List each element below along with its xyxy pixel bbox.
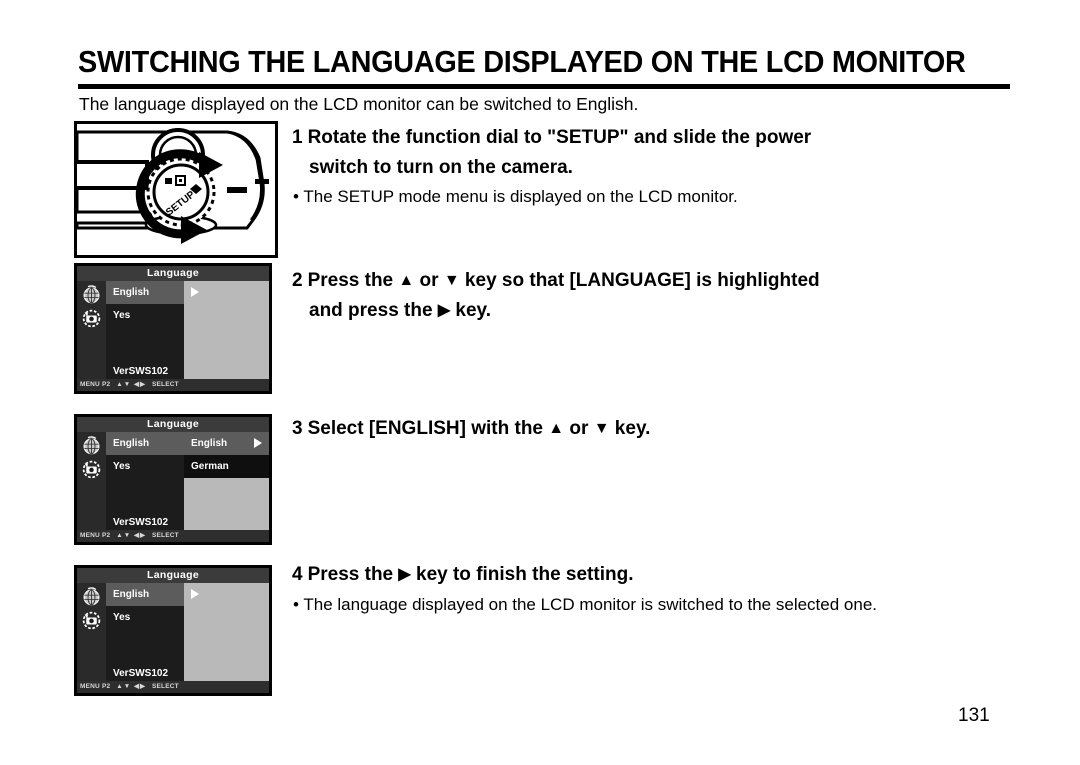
submenu-option-german[interactable]: German <box>184 455 269 478</box>
lcd-1-menu-label: MENU P2 <box>80 381 111 388</box>
step-2-number: 2 <box>292 270 303 291</box>
step-3-line-1-c: key. <box>609 418 651 439</box>
step-2-line-2: and press the ▶ key. <box>292 296 820 326</box>
lcd-1-version: VerSWS102 <box>113 366 169 377</box>
globe-language-icon <box>83 436 100 455</box>
right-arrow-icon: ▶ <box>437 302 451 319</box>
lcd-2-label-column: English Yes VerSWS102 <box>106 432 184 530</box>
lcd-2-value-column: English German <box>184 432 269 530</box>
up-arrow-icon: ▲ <box>548 420 565 437</box>
lcd-2-version: VerSWS102 <box>113 517 169 528</box>
globe-language-icon <box>83 587 100 606</box>
step-2-line-1-a: Press the <box>307 270 399 291</box>
lcd-3-title: Language <box>77 568 269 583</box>
title-underline-rule <box>78 84 1010 89</box>
submenu-option-english-label: English <box>191 438 228 449</box>
camera-dial-figure: SETUP <box>74 121 278 258</box>
lcd-2-key-hints: ▲▼ ◀▶ <box>116 532 146 539</box>
lcd-2-menu-label: MENU P2 <box>80 532 111 539</box>
lcd-1-value-column <box>184 281 269 379</box>
step-3-line-1-a: Select [ENGLISH] with the <box>307 418 549 439</box>
lcd-3-body: English Yes VerSWS102 <box>77 583 269 681</box>
intro-paragraph: The language displayed on the LCD monito… <box>79 94 639 114</box>
step-2-line-2-b: key. <box>450 300 491 321</box>
step-3: 3 Select [ENGLISH] with the ▲ or ▼ key. <box>292 414 650 444</box>
lcd-1-select-label: SELECT <box>151 381 179 388</box>
lcd-3-value-column <box>184 583 269 681</box>
step-4-line-1-a: Press the <box>307 564 399 585</box>
lcd-3-select-label: SELECT <box>151 683 179 690</box>
lcd-2-row-language[interactable]: English <box>106 432 184 455</box>
step-2-line-1-b: or <box>414 270 444 291</box>
step-3-number: 3 <box>292 418 303 439</box>
camera-reset-icon <box>82 611 101 630</box>
lcd-1-label-column: English Yes VerSWS102 <box>106 281 184 379</box>
lcd-2-title: Language <box>77 417 269 432</box>
camera-reset-icon <box>82 460 101 479</box>
lcd-screen-1: Language English Yes VerSWS102 MENU P2 ▲… <box>74 263 272 394</box>
step-3-line-1-b: or <box>564 418 594 439</box>
step-4-note: • The language displayed on the LCD moni… <box>293 595 877 614</box>
step-4-line-1-b: key to finish the setting. <box>410 564 634 585</box>
right-arrow-icon <box>191 287 199 297</box>
right-arrow-icon <box>191 589 199 599</box>
lcd-3-status-bar: MENU P2 ▲▼ ◀▶ SELECT <box>77 681 269 693</box>
up-arrow-icon: ▲ <box>398 272 415 289</box>
step-2: 2 Press the ▲ or ▼ key so that [LANGUAGE]… <box>292 266 820 326</box>
lcd-1-title: Language <box>77 266 269 281</box>
lcd-3-key-hints: ▲▼ ◀▶ <box>116 683 146 690</box>
step-1-number: 1 <box>292 127 303 148</box>
submenu-empty-area <box>184 478 269 530</box>
step-1-line-2: switch to turn on the camera. <box>309 157 573 178</box>
lcd-2-row-yes[interactable]: Yes <box>106 455 184 478</box>
lcd-3-version: VerSWS102 <box>113 668 169 679</box>
page-title: SWITCHING THE LANGUAGE DISPLAYED ON THE … <box>78 44 966 79</box>
step-1: 1 Rotate the function dial to "SETUP" and… <box>292 123 811 183</box>
step-4-number: 4 <box>292 564 303 585</box>
page-number: 131 <box>958 705 990 726</box>
lcd-screen-2: Language English Yes VerSWS102 English G… <box>74 414 272 545</box>
lcd-1-icon-column <box>77 281 106 379</box>
step-2-line-1-c: key so that [LANGUAGE] is highlighted <box>459 270 820 291</box>
lcd-1-row-language[interactable]: English <box>106 281 184 304</box>
step-4: 4 Press the ▶ key to finish the setting. <box>292 560 633 590</box>
right-triangle-icon <box>254 438 262 448</box>
lcd-2-status-bar: MENU P2 ▲▼ ◀▶ SELECT <box>77 530 269 542</box>
lcd-1-key-hints: ▲▼ ◀▶ <box>116 381 146 388</box>
step-1-line-1: Rotate the function dial to "SETUP" and … <box>307 127 812 148</box>
lcd-3-menu-label: MENU P2 <box>80 683 111 690</box>
lcd-3-row-yes[interactable]: Yes <box>106 606 184 629</box>
lcd-3-icon-column <box>77 583 106 681</box>
lcd-3-row-language[interactable]: English <box>106 583 184 606</box>
submenu-option-german-label: German <box>191 461 229 472</box>
camera-illustration-svg: SETUP <box>77 128 271 244</box>
camera-reset-icon <box>82 309 101 328</box>
right-arrow-icon: ▶ <box>398 566 411 583</box>
lcd-screen-3: Language English Yes VerSWS102 MENU P2 ▲… <box>74 565 272 696</box>
language-submenu: English German <box>184 432 269 530</box>
down-arrow-icon: ▼ <box>593 420 610 437</box>
lcd-3-label-column: English Yes VerSWS102 <box>106 583 184 681</box>
lcd-2-select-label: SELECT <box>151 532 179 539</box>
lcd-1-row-yes[interactable]: Yes <box>106 304 184 327</box>
submenu-option-english[interactable]: English <box>184 432 269 455</box>
lcd-2-body: English Yes VerSWS102 English German <box>77 432 269 530</box>
lcd-1-body: English Yes VerSWS102 <box>77 281 269 379</box>
lcd-2-icon-column <box>77 432 106 530</box>
globe-language-icon <box>83 285 100 304</box>
lcd-1-status-bar: MENU P2 ▲▼ ◀▶ SELECT <box>77 379 269 391</box>
step-1-note: • The SETUP mode menu is displayed on th… <box>293 187 738 206</box>
down-arrow-icon: ▼ <box>443 272 460 289</box>
step-2-line-2-a: and press the <box>309 300 438 321</box>
